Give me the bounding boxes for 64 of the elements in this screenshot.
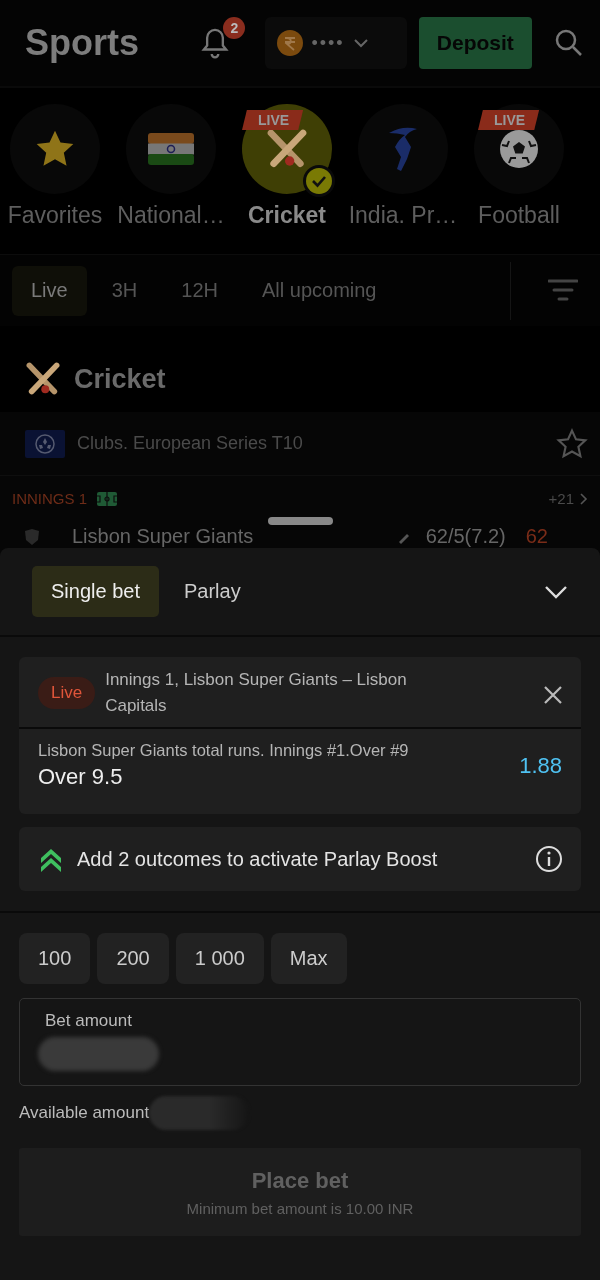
chevron-right-icon [580,492,588,505]
hidden-balance: •••• [311,32,345,54]
notification-count: 2 [223,17,246,39]
available-amount-label: Available amount [19,1103,150,1123]
live-badge: LIVE [242,110,304,130]
team-score: 62/5(7.2) [425,525,506,548]
info-icon [535,845,563,873]
drag-handle[interactable] [268,517,333,525]
sport-label: National… [117,202,225,229]
close-icon [543,685,563,705]
cricket-bats-icon [26,362,60,396]
info-button[interactable] [535,845,563,873]
sport-label: Favorites [7,202,103,229]
chevron-down-icon [352,38,369,48]
check-icon [302,164,336,198]
flag-icon [148,133,194,165]
search-icon [554,28,584,58]
balance-dropdown[interactable]: •••• [265,17,407,69]
quick-amount-button[interactable]: 1 000 [175,933,264,984]
search-button[interactable] [554,28,584,58]
sport-label: India. Pr… [348,202,458,229]
league-logo-icon [25,429,65,458]
team-score: 62 [525,525,548,548]
team-name: Lisbon Super Giants [72,525,255,548]
time-filter-tab[interactable]: 3H [92,265,157,316]
time-filter-tab[interactable]: 12H [162,265,237,316]
field-label: Bet amount [44,1011,133,1031]
selection-name: Over 9.5 [38,764,124,790]
boost-message: Add 2 outcomes to activate Parlay Boost [77,847,439,871]
league-name: Clubs. European Series T10 [77,433,304,454]
page-title: Sports [25,22,140,64]
quick-amount-button[interactable]: 200 [97,933,169,984]
pitch-icon [97,491,117,506]
quick-amount-button[interactable]: 100 [19,933,91,984]
event-name: Innings 1, Lisbon Super Giants – Lisbon Capitals [105,669,408,717]
section-title: Cricket [74,363,166,395]
live-badge: LIVE [478,110,540,130]
live-badge: Live [38,677,96,709]
bet-amount-field[interactable]: Bet amount [19,998,581,1086]
sport-label: Cricket [248,202,326,229]
chevron-down-icon [544,584,568,599]
quick-amount-button[interactable]: Max [270,933,347,984]
double-chevron-up-icon [39,846,63,872]
bet-type-tab[interactable]: Single bet [32,566,159,617]
market-name: Lisbon Super Giants total runs. Innings #1.Over #9 [38,741,410,760]
filter-icon [548,277,578,304]
star-icon [556,427,588,460]
collapse-button[interactable] [544,584,568,599]
rupee-coin-icon [277,30,304,56]
favorite-button[interactable] [556,427,588,460]
football-icon [499,129,539,169]
odds-value: 1.88 [519,752,562,779]
deposit-button[interactable]: Deposit [418,17,532,69]
cricket-bats-icon [267,129,307,169]
team-logo-icon [22,526,42,547]
sport-button[interactable]: LIVE [242,104,332,194]
more-markets-link[interactable]: +21 [548,490,588,507]
time-filter-tab[interactable]: All upcoming [243,265,396,316]
sport-label: Football [478,202,560,229]
time-filter-tab[interactable]: Live [12,265,87,316]
match-status: INNINGS 1 [12,490,87,507]
sport-button[interactable]: LIVE [474,104,564,194]
bet-type-tab[interactable]: Parlay [164,566,260,617]
close-button[interactable] [543,685,563,705]
